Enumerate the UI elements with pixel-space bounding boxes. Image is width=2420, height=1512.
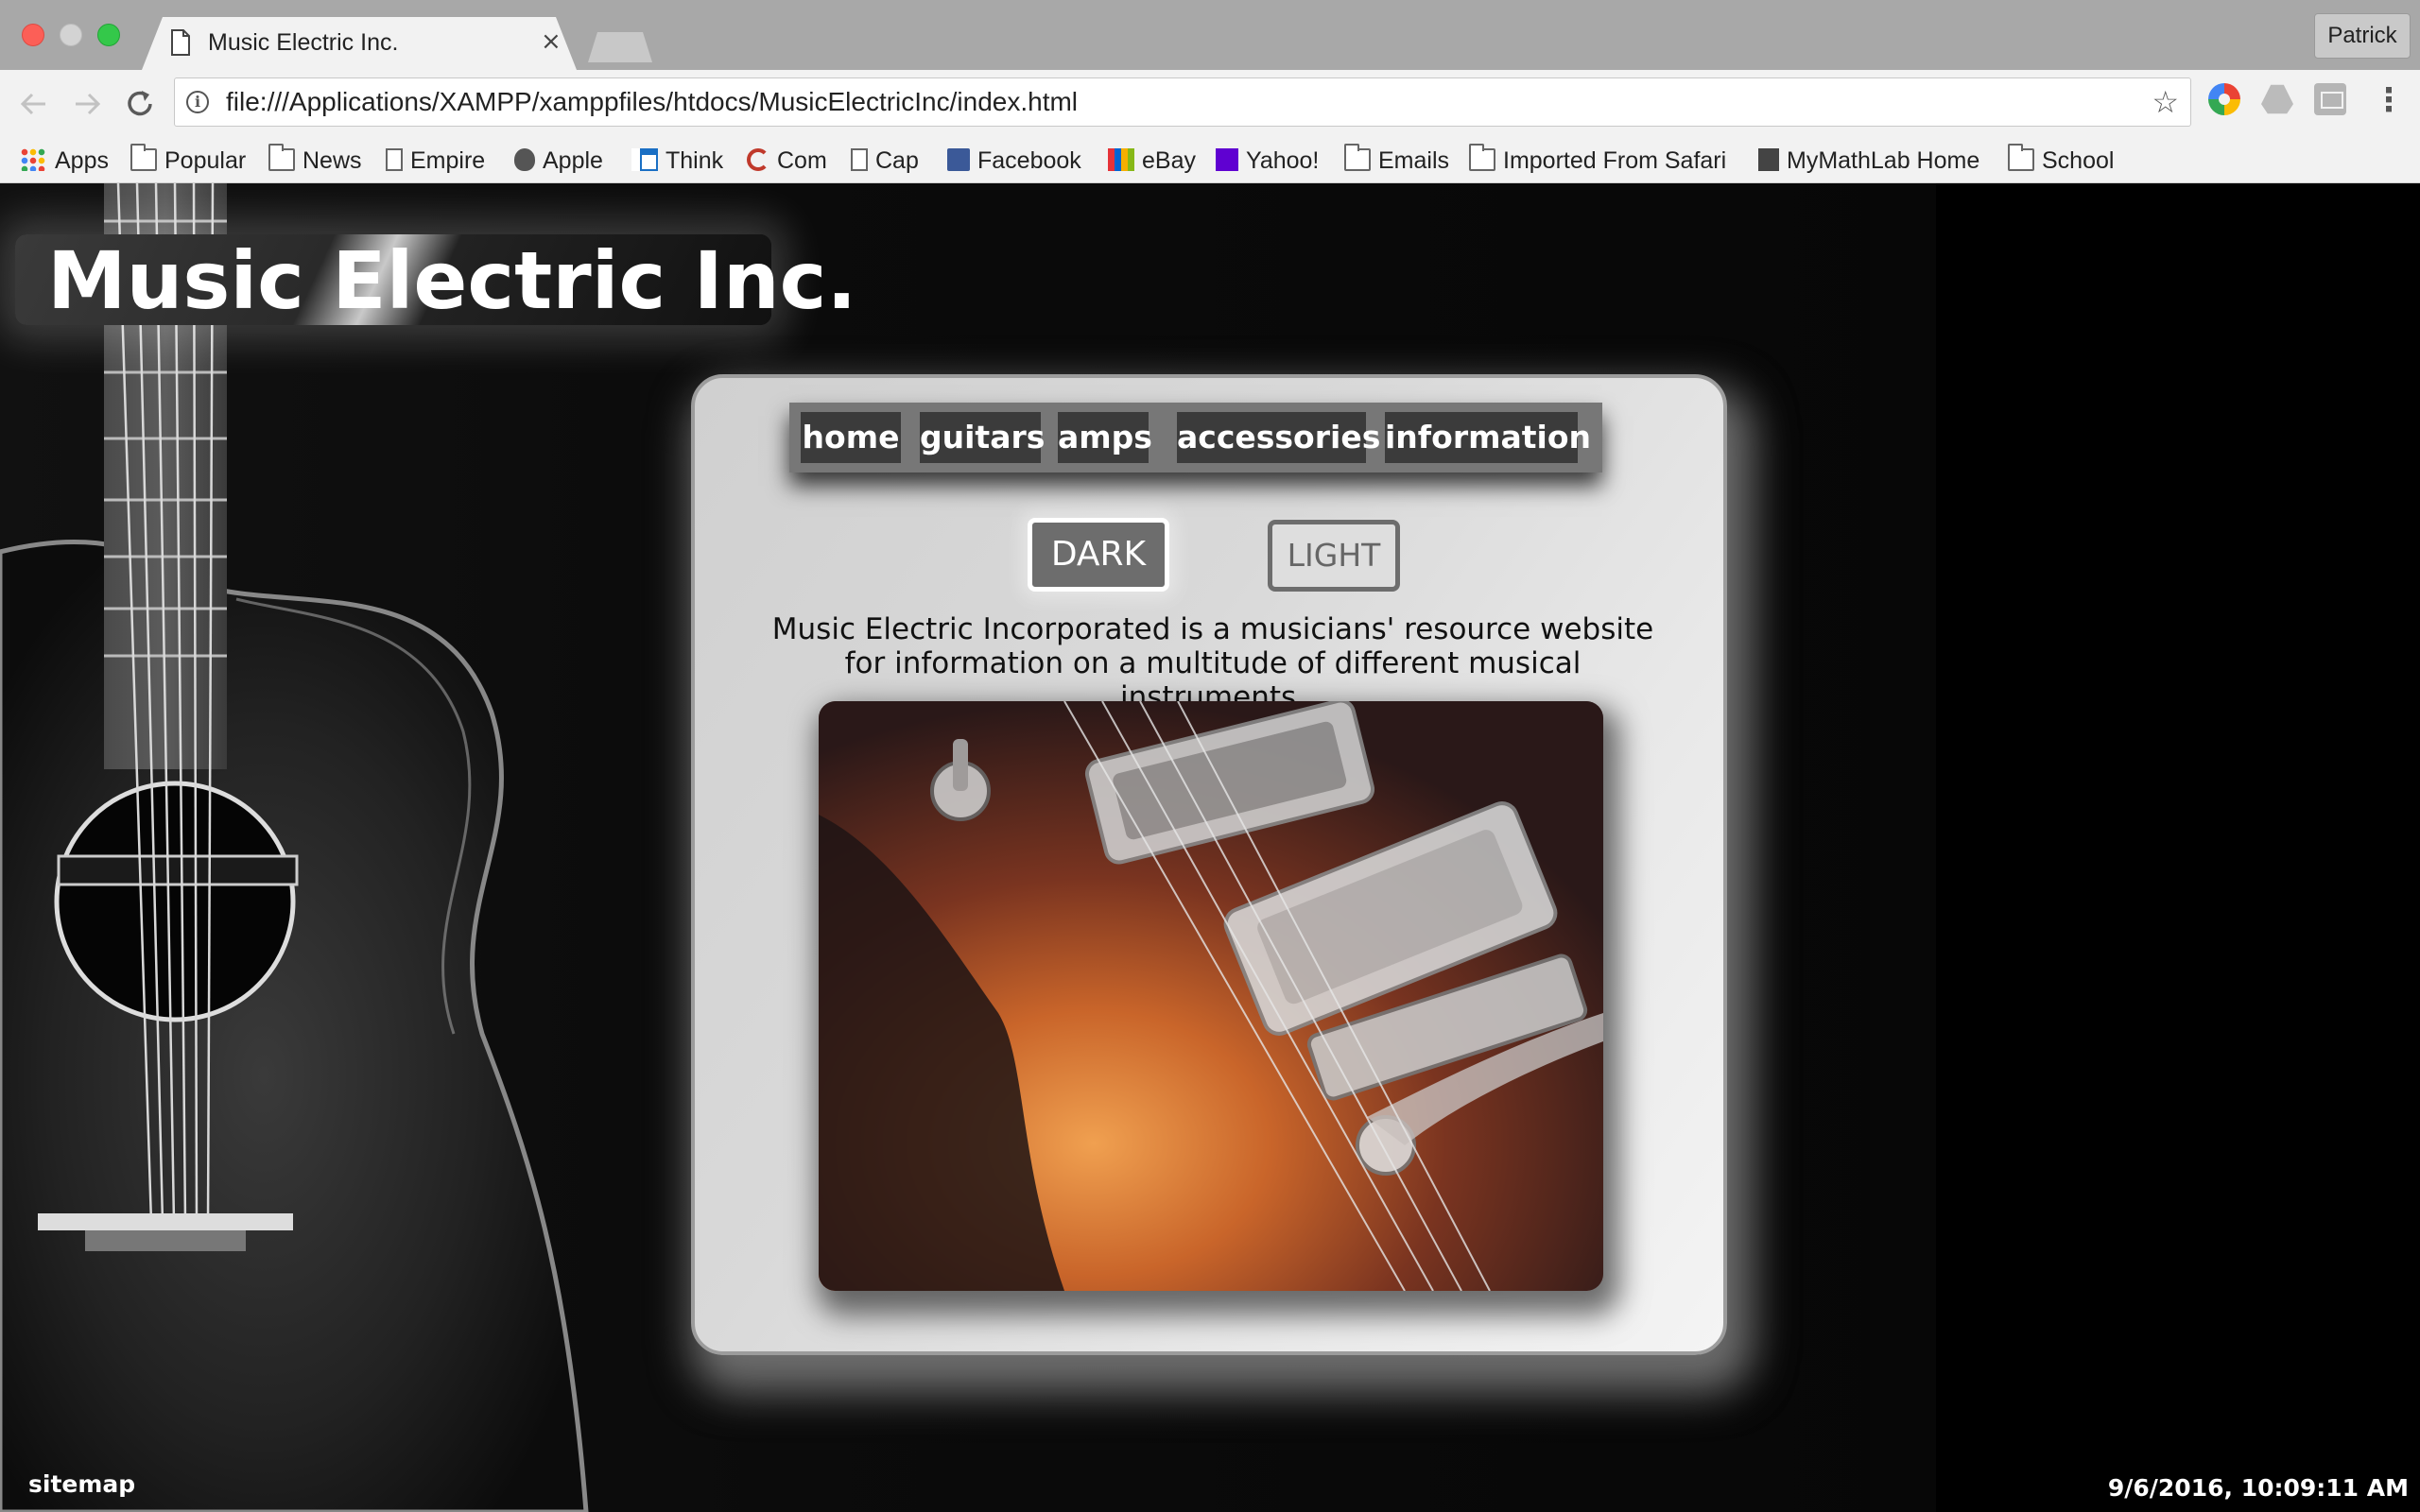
bookmark-label: Yahoo!: [1246, 147, 1320, 174]
page-icon: [386, 148, 403, 172]
bookmark-popular[interactable]: Popular: [130, 142, 246, 180]
nav-home[interactable]: home: [801, 412, 901, 463]
bookmark-label: School: [2042, 147, 2115, 174]
bookmark-apple[interactable]: Apple: [514, 142, 603, 180]
nav-amps[interactable]: amps: [1058, 412, 1152, 463]
browser-toolbar: i file:///Applications/XAMPP/xamppfiles/…: [0, 70, 2420, 138]
bookmark-yahoo[interactable]: Yahoo!: [1216, 142, 1319, 180]
browser-chrome: Music Electric Inc. × Patrick i file:///…: [0, 0, 2420, 183]
nav-accessories[interactable]: accessories: [1177, 412, 1380, 463]
sitemap-link[interactable]: sitemap: [28, 1470, 135, 1499]
maximize-window-button[interactable]: [97, 24, 120, 46]
content-panel: home guitars amps accessories informatio…: [691, 374, 1727, 1355]
bookmark-mymathlab-home[interactable]: MyMathLab Home: [1758, 142, 1979, 180]
apps-grid-icon: [21, 148, 47, 172]
bookmark-label: Imported From Safari: [1503, 147, 1727, 174]
bookmark-cap[interactable]: Cap: [851, 142, 919, 180]
back-button[interactable]: [13, 83, 55, 125]
nav-guitars[interactable]: guitars: [920, 412, 1045, 463]
bookmark-label: Com: [777, 147, 827, 174]
bookmark-news[interactable]: News: [268, 142, 362, 180]
close-tab-icon[interactable]: ×: [541, 26, 562, 58]
bookmark-label: Cap: [875, 147, 919, 174]
bookmark-label: Apple: [543, 147, 603, 174]
close-window-button[interactable]: [22, 24, 44, 46]
extension-color-wheel-icon[interactable]: [2208, 83, 2240, 115]
bookmark-facebook[interactable]: Facebook: [947, 142, 1081, 180]
bookmark-label: Popular: [164, 147, 247, 174]
reload-button[interactable]: [119, 83, 161, 125]
bookmark-ebay[interactable]: eBay: [1108, 142, 1196, 180]
folder-icon: [1344, 144, 1371, 172]
nav-information[interactable]: information: [1385, 412, 1591, 463]
bookmark-label: MyMathLab Home: [1787, 147, 1980, 174]
folder-icon: [1469, 144, 1495, 172]
minimize-window-button[interactable]: [60, 24, 82, 46]
google-drive-icon[interactable]: [2261, 84, 2293, 114]
info-icon[interactable]: i: [186, 91, 209, 113]
bookmark-think[interactable]: Think: [631, 142, 723, 180]
electric-guitar-image: [819, 701, 1603, 1291]
more-menu-icon[interactable]: ⋮: [2373, 79, 2405, 121]
bookmark-label: Emails: [1378, 147, 1450, 174]
intro-text: Music Electric Incorporated is a musicia…: [771, 612, 1654, 714]
bookmark-label: Think: [666, 147, 724, 174]
site-title: Music Electric Inc.: [47, 234, 857, 327]
browser-tab[interactable]: Music Electric Inc. ×: [142, 17, 577, 70]
folder-icon: [2008, 144, 2034, 172]
bookmark-label: Empire: [410, 147, 486, 174]
bookmarks-bar: Apps Popular News Empire Apple Think Com Cap Fac…: [0, 138, 2420, 183]
page-icon: [171, 29, 190, 56]
new-tab-button[interactable]: [588, 32, 652, 62]
bookmark-imported-from-safari[interactable]: Imported From Safari: [1469, 142, 1726, 180]
tab-strip: Music Electric Inc. × Patrick: [0, 0, 2420, 70]
dark-theme-button[interactable]: DARK: [1028, 518, 1169, 592]
bookmark-label: Facebook: [977, 147, 1081, 174]
main-nav: home guitars amps accessories informatio…: [789, 403, 1602, 472]
think-icon: [631, 148, 658, 172]
forward-button[interactable]: [66, 83, 108, 125]
cast-icon[interactable]: [2314, 83, 2346, 115]
page-viewport: Music Electric Inc. home guitars amps ac…: [0, 183, 2420, 1512]
folder-icon: [130, 144, 157, 172]
yahoo-icon: [1216, 148, 1238, 172]
ebay-icon: [1108, 148, 1134, 172]
bookmark-label: eBay: [1142, 147, 1196, 174]
acoustic-guitar-image: [0, 183, 589, 1512]
com-icon: [747, 148, 769, 172]
bookmark-emails[interactable]: Emails: [1344, 142, 1449, 180]
bookmark-label: News: [302, 147, 362, 174]
url-text[interactable]: file:///Applications/XAMPP/xamppfiles/ht…: [226, 86, 1078, 118]
arrow-left-icon: [20, 93, 45, 115]
timestamp: 9/6/2016, 10:09:11 AM: [2107, 1474, 2409, 1502]
facebook-icon: [947, 148, 970, 172]
apple-icon: [514, 148, 535, 172]
light-theme-button[interactable]: LIGHT: [1268, 520, 1400, 592]
bookmark-star-icon[interactable]: ☆: [2152, 84, 2179, 120]
bookmark-empire[interactable]: Empire: [386, 142, 485, 180]
profile-button[interactable]: Patrick: [2314, 13, 2411, 59]
mymathlab-icon: [1758, 148, 1779, 172]
tab-title: Music Electric Inc.: [208, 29, 399, 56]
bookmark-label: Apps: [55, 147, 109, 174]
arrow-right-icon: [76, 93, 101, 115]
bookmark-school[interactable]: School: [2008, 142, 2114, 180]
site-header: Music Electric Inc.: [15, 234, 856, 325]
bookmark-com[interactable]: Com: [747, 142, 827, 180]
bookmark-apps[interactable]: Apps: [21, 142, 109, 180]
electric-guitar-photo-art: [819, 701, 1603, 1291]
page-icon: [851, 148, 868, 172]
folder-icon: [268, 144, 295, 172]
reload-icon: [128, 91, 152, 116]
address-bar[interactable]: i file:///Applications/XAMPP/xamppfiles/…: [174, 77, 2191, 127]
